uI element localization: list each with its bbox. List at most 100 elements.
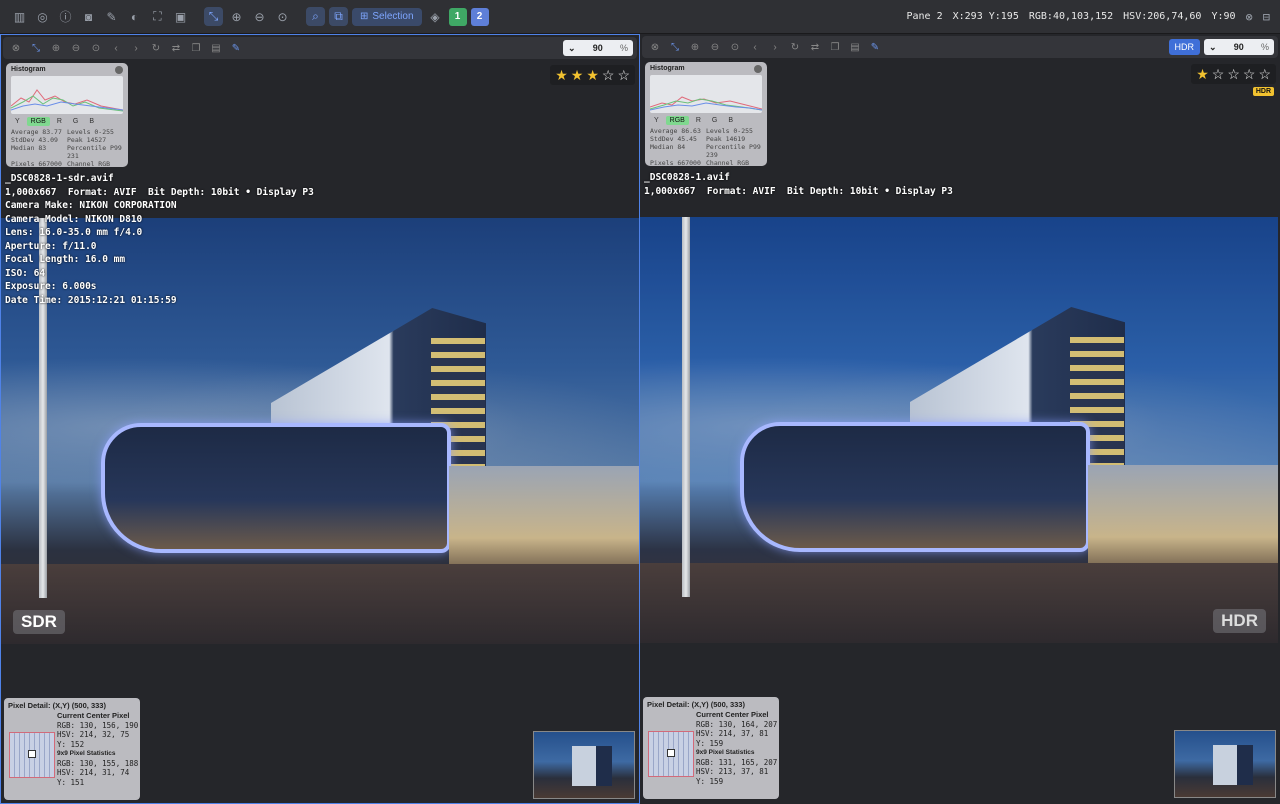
- hist-tab-g[interactable]: G: [708, 116, 721, 125]
- layers-icon[interactable]: ◎: [33, 7, 52, 26]
- center-rgb: RGB: 130, 156, 190: [57, 720, 139, 730]
- flip-icon[interactable]: ⇄: [808, 40, 822, 54]
- hist-tab-r[interactable]: R: [692, 116, 705, 125]
- zoom-select[interactable]: ⌄ 90 %: [563, 40, 633, 56]
- crop-icon[interactable]: ▣: [171, 7, 190, 26]
- pane-two-button[interactable]: 2: [470, 7, 489, 26]
- hist-percentile: Percentile P99 231: [67, 144, 122, 160]
- hist-stddev: StdDev 45.45: [650, 135, 697, 143]
- close-icon[interactable]: ⊗: [1246, 10, 1253, 24]
- histogram-icon[interactable]: ▥: [10, 7, 29, 26]
- hist-tab-b[interactable]: B: [724, 116, 737, 125]
- pixel-detail-panel: Pixel Detail: (X,Y) (500, 333) Current C…: [4, 698, 140, 800]
- photo-canvas[interactable]: HDR: [640, 217, 1278, 643]
- star-rating[interactable]: ★ ☆ ☆ ☆ ☆: [1191, 64, 1276, 84]
- zoom-reset-icon[interactable]: ⊙: [89, 41, 103, 55]
- aperture: Aperture: f/11.0: [5, 240, 97, 252]
- zoom-icon[interactable]: ⊕: [49, 41, 63, 55]
- zoom-out-icon[interactable]: ⊖: [250, 7, 269, 26]
- eyedropper-icon[interactable]: ✎: [868, 40, 882, 54]
- building-wing: [101, 423, 451, 553]
- hist-tab-y[interactable]: Y: [650, 116, 663, 125]
- star-icon[interactable]: ★: [571, 67, 584, 84]
- fit-icon[interactable]: ⤡: [29, 41, 43, 55]
- star-icon[interactable]: ★: [555, 67, 568, 84]
- status-pane: Pane 2: [906, 11, 943, 22]
- hdr-label: HDR: [1213, 609, 1266, 633]
- fit-icon[interactable]: ⤡: [668, 40, 682, 54]
- contrast-icon[interactable]: ◐: [125, 7, 144, 26]
- hist-tab-b[interactable]: B: [85, 117, 98, 126]
- fit-icon[interactable]: ⛶: [148, 7, 167, 26]
- format-line: 1,000x667 Format: AVIF Bit Depth: 10bit …: [5, 186, 314, 198]
- prev-icon[interactable]: ‹: [109, 41, 123, 55]
- star-icon[interactable]: ☆: [1227, 66, 1240, 83]
- reset-icon[interactable]: ⊗: [9, 41, 23, 55]
- hist-tab-rgb[interactable]: RGB: [665, 116, 689, 125]
- histogram-panel[interactable]: Histogram Y RGB R G B Average 83.77 Leve…: [6, 63, 128, 168]
- histogram-stats: Average 83.77 Levels 0-255 StdDev 43.09 …: [11, 128, 123, 168]
- eyedropper-icon[interactable]: ✎: [102, 7, 121, 26]
- close-icon[interactable]: [754, 65, 762, 73]
- selection-icon: ⊞: [360, 11, 369, 22]
- zoom-reset-icon[interactable]: ⊙: [273, 7, 292, 26]
- zoom-reset-icon[interactable]: ⊙: [728, 40, 742, 54]
- copy-icon[interactable]: ❐: [189, 41, 203, 55]
- zoom-select[interactable]: ⌄ 90 %: [1204, 39, 1274, 55]
- hist-tab-r[interactable]: R: [53, 117, 66, 126]
- star-rating[interactable]: ★ ★ ★ ☆ ☆: [550, 65, 635, 85]
- star-icon[interactable]: ☆: [1212, 66, 1225, 83]
- image-pane-hdr[interactable]: ⊗ ⤡ ⊕ ⊖ ⊙ ‹ › ↻ ⇄ ❐ ▤ ✎ HDR ⌄ 90 % HDR H: [640, 34, 1280, 804]
- star-icon[interactable]: ★: [586, 67, 599, 84]
- stats-rgb: RGB: 131, 165, 207: [696, 757, 778, 767]
- next-icon[interactable]: ›: [768, 40, 782, 54]
- rotate-icon[interactable]: ↻: [788, 40, 802, 54]
- zoom-in-icon[interactable]: ⊕: [227, 7, 246, 26]
- hist-average: Average 83.77: [11, 128, 62, 136]
- histogram-stats: Average 86.63 Levels 0-255 StdDev 45.45 …: [650, 127, 762, 167]
- hist-tab-y[interactable]: Y: [11, 117, 24, 126]
- star-icon[interactable]: ☆: [1243, 66, 1256, 83]
- search-icon[interactable]: ⌕: [306, 7, 325, 26]
- hdr-toggle-button[interactable]: HDR: [1168, 39, 1200, 55]
- link-icon[interactable]: ⧉: [329, 7, 348, 26]
- sync-zoom-icon[interactable]: ⤡: [204, 7, 223, 26]
- status-hsv: HSV:206,74,60: [1123, 11, 1202, 22]
- close-icon[interactable]: [115, 66, 123, 74]
- pane-one-button[interactable]: 1: [448, 7, 467, 26]
- zoom-out-icon[interactable]: ⊖: [708, 40, 722, 54]
- hist-tab-rgb[interactable]: RGB: [26, 117, 50, 126]
- rotate-icon[interactable]: ↻: [149, 41, 163, 55]
- hist-levels: Levels 0-255: [706, 127, 753, 135]
- star-icon[interactable]: ★: [1196, 66, 1209, 83]
- stats-y: Y: 151: [57, 777, 85, 787]
- info-icon[interactable]: ⓘ: [56, 7, 75, 26]
- star-icon[interactable]: ☆: [1258, 66, 1271, 83]
- eyedropper-icon[interactable]: ✎: [229, 41, 243, 55]
- hist-median: Median 84: [650, 143, 686, 151]
- navigator-thumbnail[interactable]: [1174, 730, 1276, 798]
- main-toolbar: ▥ ◎ ⓘ ◙ ✎ ◐ ⛶ ▣ ⤡ ⊕ ⊖ ⊙ ⌕ ⧉ ⊞ Selection ◈…: [0, 0, 1280, 34]
- hist-tab-g[interactable]: G: [69, 117, 82, 126]
- image-pane-sdr[interactable]: ⊗ ⤡ ⊕ ⊖ ⊙ ‹ › ↻ ⇄ ❐ ▤ ✎ ⌄ 90 % SDR Histo…: [0, 34, 640, 804]
- split-icon[interactable]: ▤: [848, 40, 862, 54]
- zoom-icon[interactable]: ⊕: [688, 40, 702, 54]
- camera-icon[interactable]: ◙: [79, 7, 98, 26]
- flip-icon[interactable]: ⇄: [169, 41, 183, 55]
- navigator-thumbnail[interactable]: [533, 731, 635, 799]
- hist-percentile: Percentile P99 239: [706, 143, 761, 159]
- star-icon[interactable]: ☆: [617, 67, 630, 84]
- reset-icon[interactable]: ⊗: [648, 40, 662, 54]
- star-icon[interactable]: ☆: [602, 67, 615, 84]
- copy-icon[interactable]: ❐: [828, 40, 842, 54]
- histogram-panel[interactable]: Histogram Y RGB R G B Average 86.63 Leve…: [645, 62, 767, 167]
- hdr-badge: HDR: [1252, 87, 1274, 96]
- histogram-title: Histogram: [11, 66, 46, 73]
- zoom-out-icon[interactable]: ⊖: [69, 41, 83, 55]
- selection-button[interactable]: ⊞ Selection: [352, 7, 422, 26]
- window-icon[interactable]: ⊟: [1263, 10, 1270, 24]
- prev-icon[interactable]: ‹: [748, 40, 762, 54]
- split-icon[interactable]: ▤: [209, 41, 223, 55]
- stack-icon[interactable]: ◈: [426, 7, 445, 26]
- next-icon[interactable]: ›: [129, 41, 143, 55]
